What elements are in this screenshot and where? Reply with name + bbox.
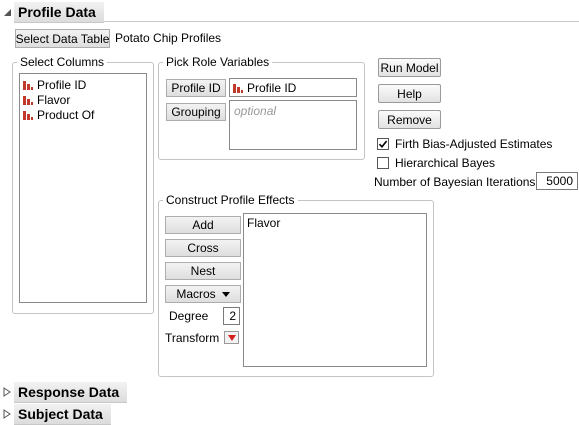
hierarchical-option[interactable]: Hierarchical Bayes (377, 156, 495, 170)
column-name: Profile ID (37, 77, 87, 92)
select-columns-list[interactable]: Profile ID Flavor Product Of (19, 73, 147, 303)
subject-data-title: Subject Data (14, 403, 111, 425)
transform-dropdown[interactable] (224, 331, 239, 344)
pick-role-label: Pick Role Variables (163, 55, 273, 69)
column-list-item[interactable]: Profile ID (20, 77, 146, 92)
nominal-column-icon (22, 109, 34, 121)
column-list-item[interactable]: Flavor (20, 92, 146, 107)
macros-label: Macros (176, 287, 216, 301)
cross-button[interactable]: Cross (165, 239, 241, 257)
profile-data-title: Profile Data (14, 1, 104, 23)
firth-label: Firth Bias-Adjusted Estimates (395, 137, 553, 151)
firth-option[interactable]: Firth Bias-Adjusted Estimates (377, 137, 552, 151)
column-name: Product Of (37, 107, 95, 122)
response-data-header[interactable]: Response Data (0, 381, 130, 403)
macros-button[interactable]: Macros (165, 285, 241, 303)
collapse-triangle-icon[interactable] (0, 2, 14, 22)
nest-button[interactable]: Nest (165, 262, 241, 280)
subject-data-header[interactable]: Subject Data (0, 403, 115, 425)
grouping-role-button[interactable]: Grouping (166, 103, 226, 121)
select-data-table-button[interactable]: Select Data Table (15, 29, 110, 48)
degree-input[interactable]: 2 (223, 307, 240, 325)
expand-triangle-icon[interactable] (0, 382, 14, 402)
response-data-title: Response Data (14, 381, 128, 403)
degree-label: Degree (169, 309, 209, 323)
grouping-placeholder: optional (234, 104, 277, 118)
transform-label: Transform (165, 331, 220, 345)
dropdown-arrow-icon (221, 291, 230, 297)
nominal-column-icon (232, 82, 244, 94)
add-effect-button[interactable]: Add (165, 216, 241, 234)
profile-id-role-button[interactable]: Profile ID (166, 79, 226, 97)
red-triangle-icon (227, 334, 236, 341)
expand-triangle-icon[interactable] (0, 404, 14, 424)
column-name: Flavor (37, 92, 71, 107)
profile-id-role-value: Profile ID (247, 80, 297, 95)
nominal-column-icon (22, 79, 34, 91)
grouping-role-list[interactable]: optional (229, 100, 357, 150)
run-model-button[interactable]: Run Model (378, 58, 441, 77)
hierarchical-checkbox[interactable] (377, 157, 389, 169)
profile-data-header[interactable]: Profile Data (0, 1, 579, 23)
hierarchical-label: Hierarchical Bayes (395, 156, 496, 170)
select-columns-label: Select Columns (17, 55, 108, 69)
iterations-label: Number of Bayesian Iterations (374, 175, 536, 189)
construct-effects-label: Construct Profile Effects (163, 193, 298, 207)
effect-list-item[interactable]: Flavor (244, 216, 426, 231)
data-table-name: Potato Chip Profiles (115, 31, 222, 45)
iterations-input[interactable]: 5000 (536, 172, 578, 190)
effects-list[interactable]: Flavor (243, 213, 427, 367)
profile-id-role-list[interactable]: Profile ID (229, 78, 357, 97)
remove-button[interactable]: Remove (378, 110, 441, 129)
nominal-column-icon (22, 94, 34, 106)
column-list-item[interactable]: Product Of (20, 107, 146, 122)
help-button[interactable]: Help (378, 84, 441, 103)
firth-checkbox[interactable] (377, 138, 389, 150)
